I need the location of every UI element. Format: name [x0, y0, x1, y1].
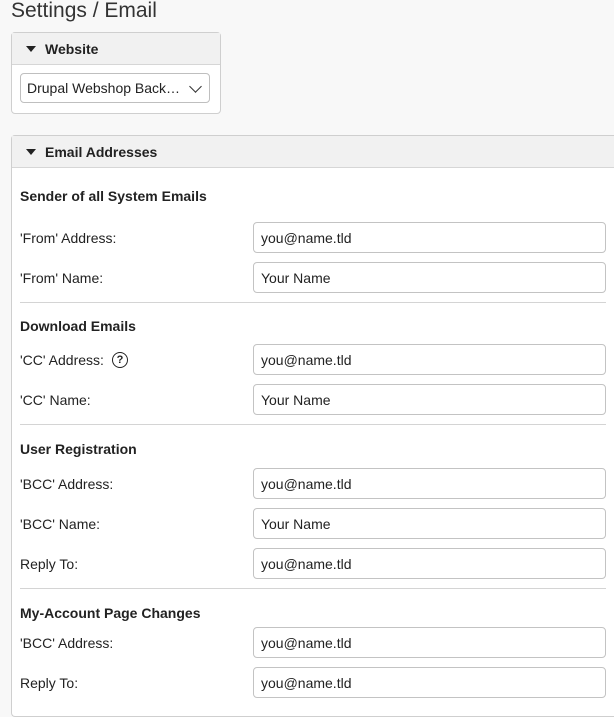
cc-name-label: 'CC' Name:: [20, 392, 91, 408]
cc-address-input[interactable]: [253, 344, 606, 375]
section-title-download: Download Emails: [20, 318, 136, 334]
registration-bcc-address-input[interactable]: [253, 468, 606, 499]
page-title: Settings / Email: [11, 0, 157, 22]
bcc-address-label: 'BCC' Address:: [20, 476, 114, 492]
bcc-address-label: 'BCC' Address:: [20, 635, 114, 651]
section-title-myaccount: My-Account Page Changes: [20, 605, 201, 621]
from-address-label: 'From' Address:: [20, 230, 117, 246]
section-title-system: Sender of all System Emails: [20, 188, 207, 204]
email-panel-header[interactable]: Email Addresses: [12, 136, 614, 168]
website-select[interactable]: Drupal Webshop Backend: [20, 73, 210, 103]
section-divider: [20, 424, 606, 425]
email-panel-title: Email Addresses: [45, 143, 158, 160]
section-divider: [20, 588, 606, 589]
bcc-name-label: 'BCC' Name:: [20, 516, 101, 532]
registration-reply-to-input[interactable]: [253, 548, 606, 579]
caret-down-icon: [26, 148, 36, 155]
section-divider: [20, 302, 606, 303]
website-panel-header[interactable]: Website: [12, 33, 220, 65]
website-panel-title: Website: [45, 40, 99, 57]
section-title-registration: User Registration: [20, 441, 137, 457]
website-panel: Website Drupal Webshop Backend: [11, 32, 221, 114]
question-circle-icon[interactable]: ?: [111, 352, 128, 368]
caret-down-icon: [26, 45, 36, 52]
from-address-input[interactable]: [253, 222, 606, 253]
myaccount-bcc-address-input[interactable]: [253, 627, 606, 658]
cc-address-label-text: 'CC' Address:: [20, 352, 104, 368]
email-addresses-panel: Email Addresses Sender of all System Ema…: [11, 135, 614, 717]
myaccount-reply-to-input[interactable]: [253, 667, 606, 698]
reply-to-label: Reply To:: [20, 675, 79, 691]
from-name-label: 'From' Name:: [20, 270, 104, 286]
from-name-input[interactable]: [253, 262, 606, 293]
cc-address-label: 'CC' Address: ?: [20, 352, 128, 368]
registration-bcc-name-input[interactable]: [253, 508, 606, 539]
cc-name-input[interactable]: [253, 384, 606, 415]
chevron-down-icon: [189, 80, 202, 93]
reply-to-label: Reply To:: [20, 556, 79, 572]
website-select-value: Drupal Webshop Backend: [27, 80, 187, 96]
